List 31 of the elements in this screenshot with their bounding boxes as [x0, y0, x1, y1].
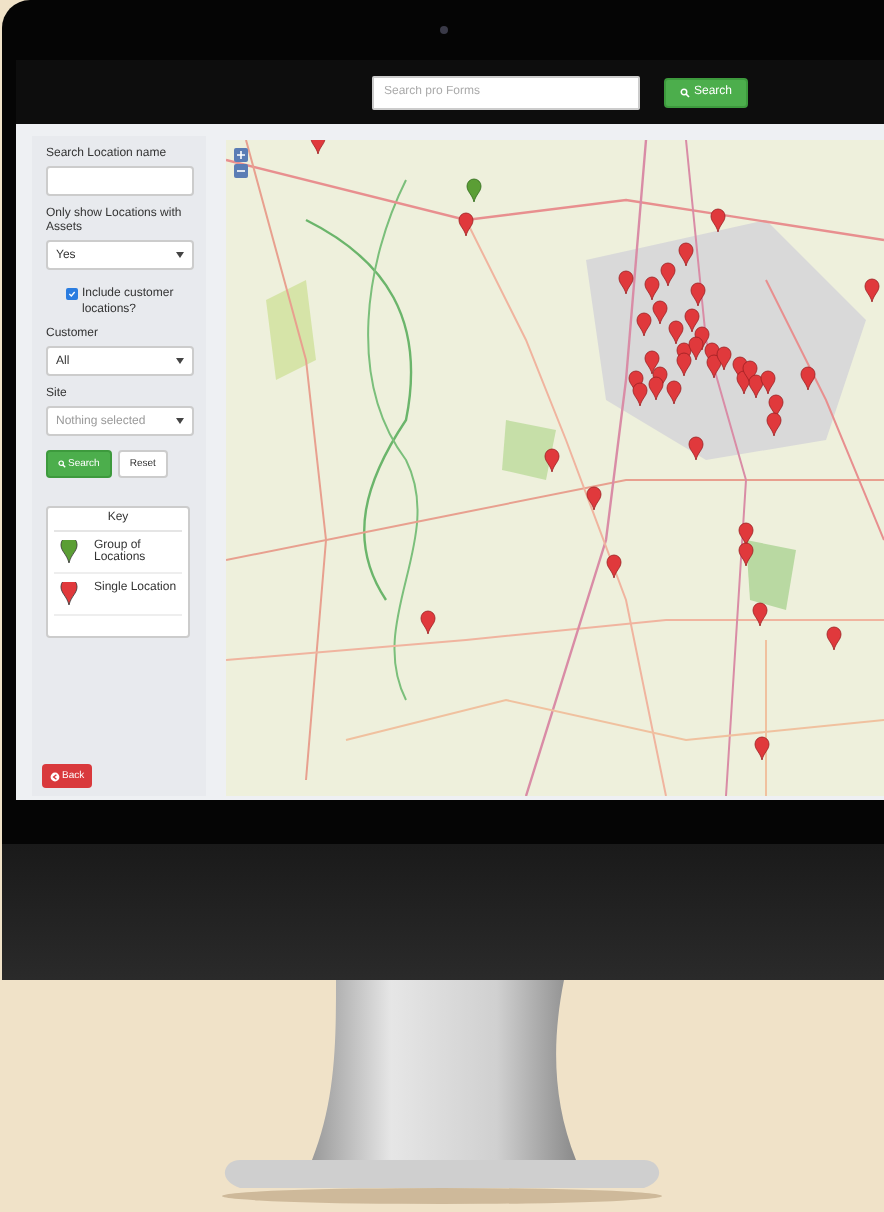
map-pin-icon[interactable] — [754, 736, 770, 761]
map-pin-icon[interactable] — [800, 366, 816, 391]
map-pin-icon[interactable] — [738, 522, 754, 547]
map-pin-icon[interactable] — [688, 436, 704, 461]
map-pin-icon[interactable] — [420, 610, 436, 635]
map-pin-icon[interactable] — [458, 212, 474, 237]
map-pin-icon[interactable] — [826, 626, 842, 651]
map-drawing[interactable] — [226, 140, 884, 796]
plus-icon — [236, 150, 246, 160]
map-pin-icon[interactable] — [606, 554, 622, 579]
zoom-in-button[interactable] — [234, 148, 248, 162]
map-pin-icon[interactable] — [864, 278, 880, 303]
caret-icon — [176, 252, 184, 258]
search-icon — [680, 87, 690, 97]
back-icon — [50, 771, 60, 781]
checkbox[interactable] — [66, 288, 78, 300]
map-pin-icon[interactable] — [544, 448, 560, 473]
zoom-out-button[interactable] — [234, 164, 248, 178]
caret-icon — [176, 418, 184, 424]
minus-icon — [236, 166, 246, 176]
map-pin-icon[interactable] — [710, 208, 726, 233]
map-pin-icon[interactable] — [752, 602, 768, 627]
map-pin-icon[interactable] — [586, 486, 602, 511]
map-pin-icon[interactable] — [738, 542, 754, 567]
location-name-field[interactable] — [46, 166, 194, 196]
camera-icon — [440, 26, 448, 34]
search-icon — [58, 460, 66, 468]
caret-icon — [176, 358, 184, 364]
map-pin-icon[interactable] — [466, 178, 482, 203]
pin-cluster-drawing[interactable] — [618, 242, 784, 437]
map-pin-icon[interactable] — [310, 140, 326, 155]
